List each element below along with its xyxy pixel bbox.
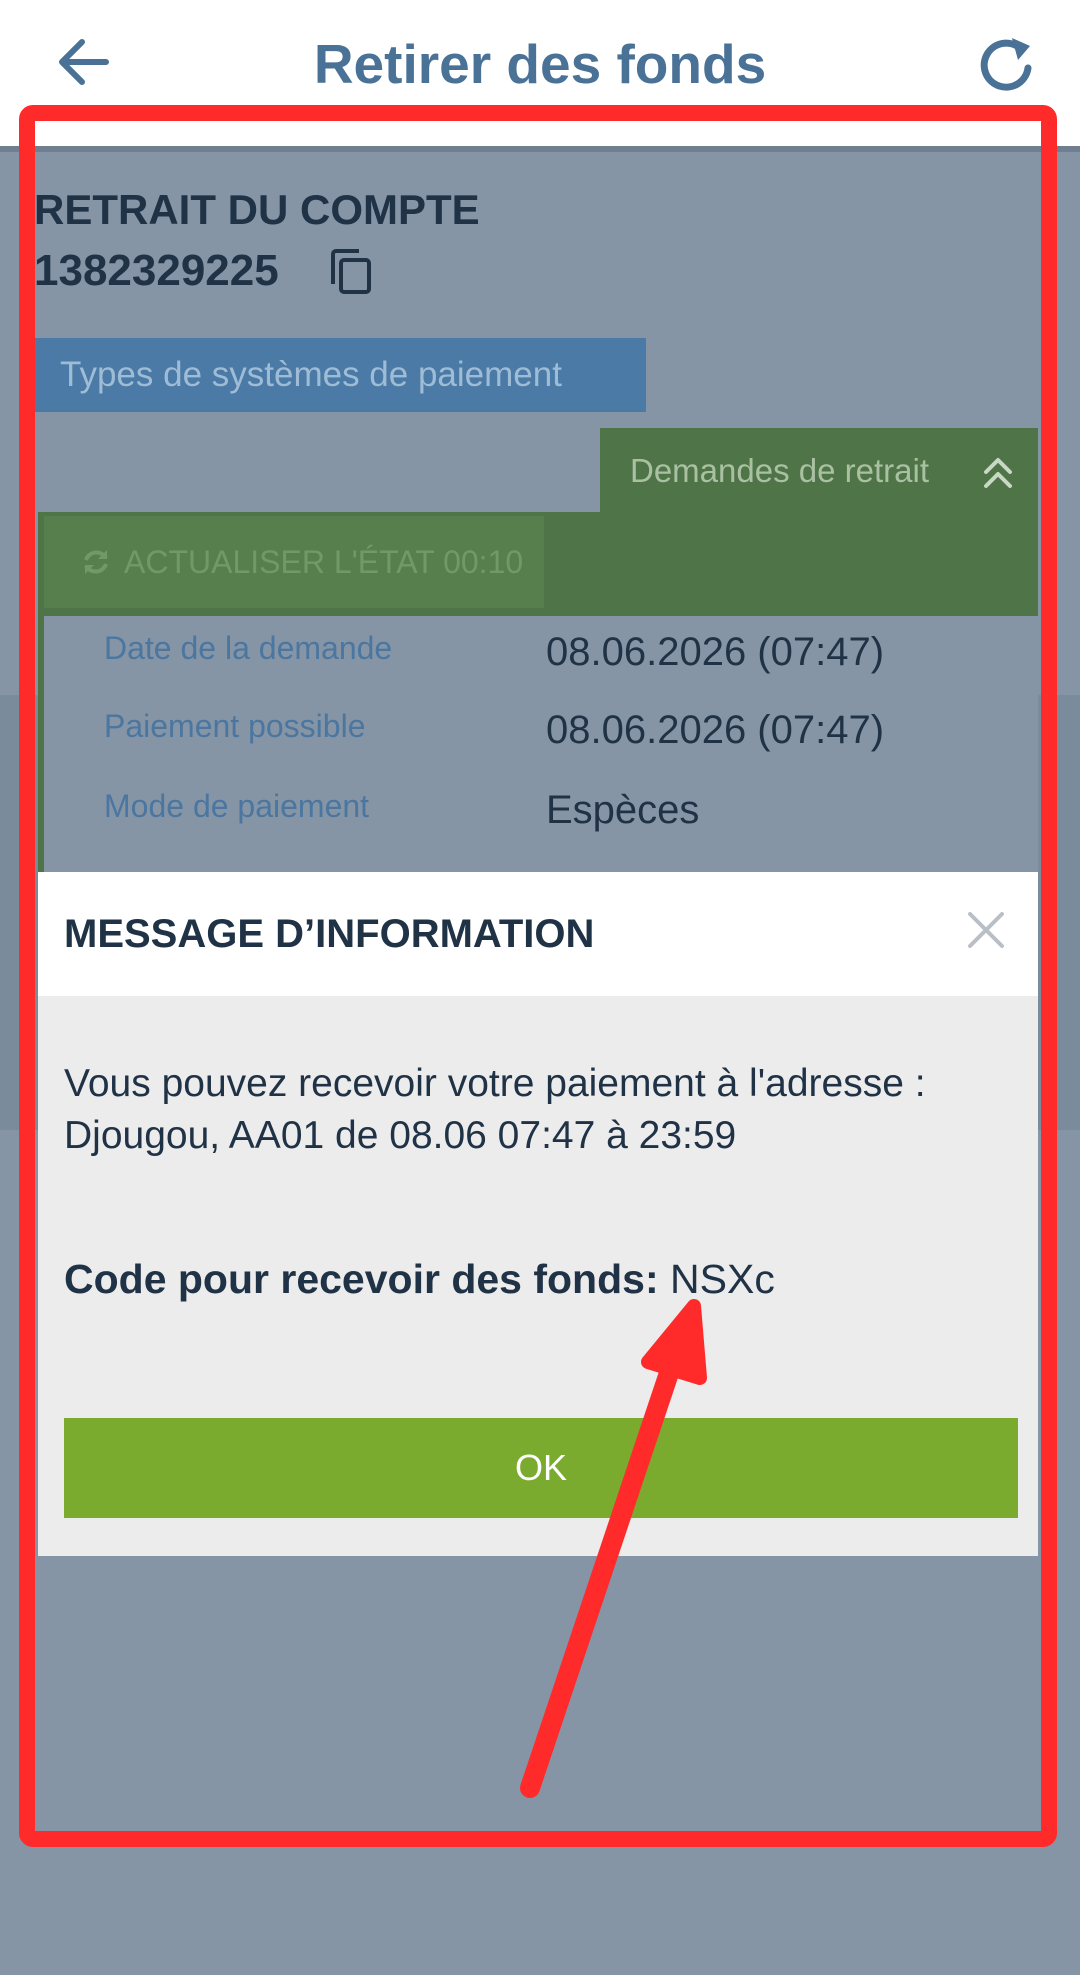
detail-label: Mode de paiement	[104, 788, 370, 824]
detail-value: 08.06.2026 (07:47)	[546, 630, 885, 674]
detail-value: 08.06.2026 (07:47)	[546, 708, 885, 752]
refresh-icon[interactable]	[972, 30, 1042, 100]
info-modal: MESSAGE D’INFORMATION Vous pouvez recevo…	[38, 872, 1038, 1556]
close-icon[interactable]	[964, 908, 1008, 952]
refresh-status-button[interactable]: ACTUALISER L'ÉTAT 00:10	[44, 516, 544, 608]
modal-message: Vous pouvez recevoir votre paiement à l'…	[64, 1062, 926, 1157]
detail-value: Espèces	[546, 788, 700, 832]
page-title: Retirer des fonds	[313, 33, 767, 95]
tab-withdraw-requests-label: Demandes de retrait	[630, 452, 929, 489]
account-title: RETRAIT DU COMPTE	[34, 186, 480, 233]
tab-withdraw-requests[interactable]: Demandes de retrait	[600, 428, 1038, 514]
refresh-status-label: ACTUALISER L'ÉTAT 00:10	[124, 544, 524, 580]
copy-icon[interactable]	[325, 246, 377, 298]
withdraw-details: Date de la demande 08.06.2026 (07:47) Pa…	[38, 616, 1038, 876]
funds-code-value: NSXc	[670, 1256, 775, 1302]
sync-icon	[84, 550, 108, 574]
app-bar: Retirer des fonds	[0, 0, 1080, 152]
funds-code-label: Code pour recevoir des fonds:	[64, 1256, 659, 1302]
account-number: 1382329225	[34, 246, 279, 295]
ok-button[interactable]: OK	[64, 1418, 1018, 1518]
modal-title: MESSAGE D’INFORMATION	[64, 912, 595, 956]
payment-types-button[interactable]: Types de systèmes de paiement	[34, 338, 646, 412]
chevron-double-up-icon	[984, 458, 1012, 488]
app-bar-shadow	[0, 146, 1080, 152]
modal-header: MESSAGE D’INFORMATION	[38, 872, 1038, 996]
funds-code-line: Code pour recevoir des fonds: NSXc	[64, 1256, 775, 1303]
detail-label: Paiement possible	[104, 708, 366, 744]
detail-label: Date de la demande	[104, 630, 393, 666]
